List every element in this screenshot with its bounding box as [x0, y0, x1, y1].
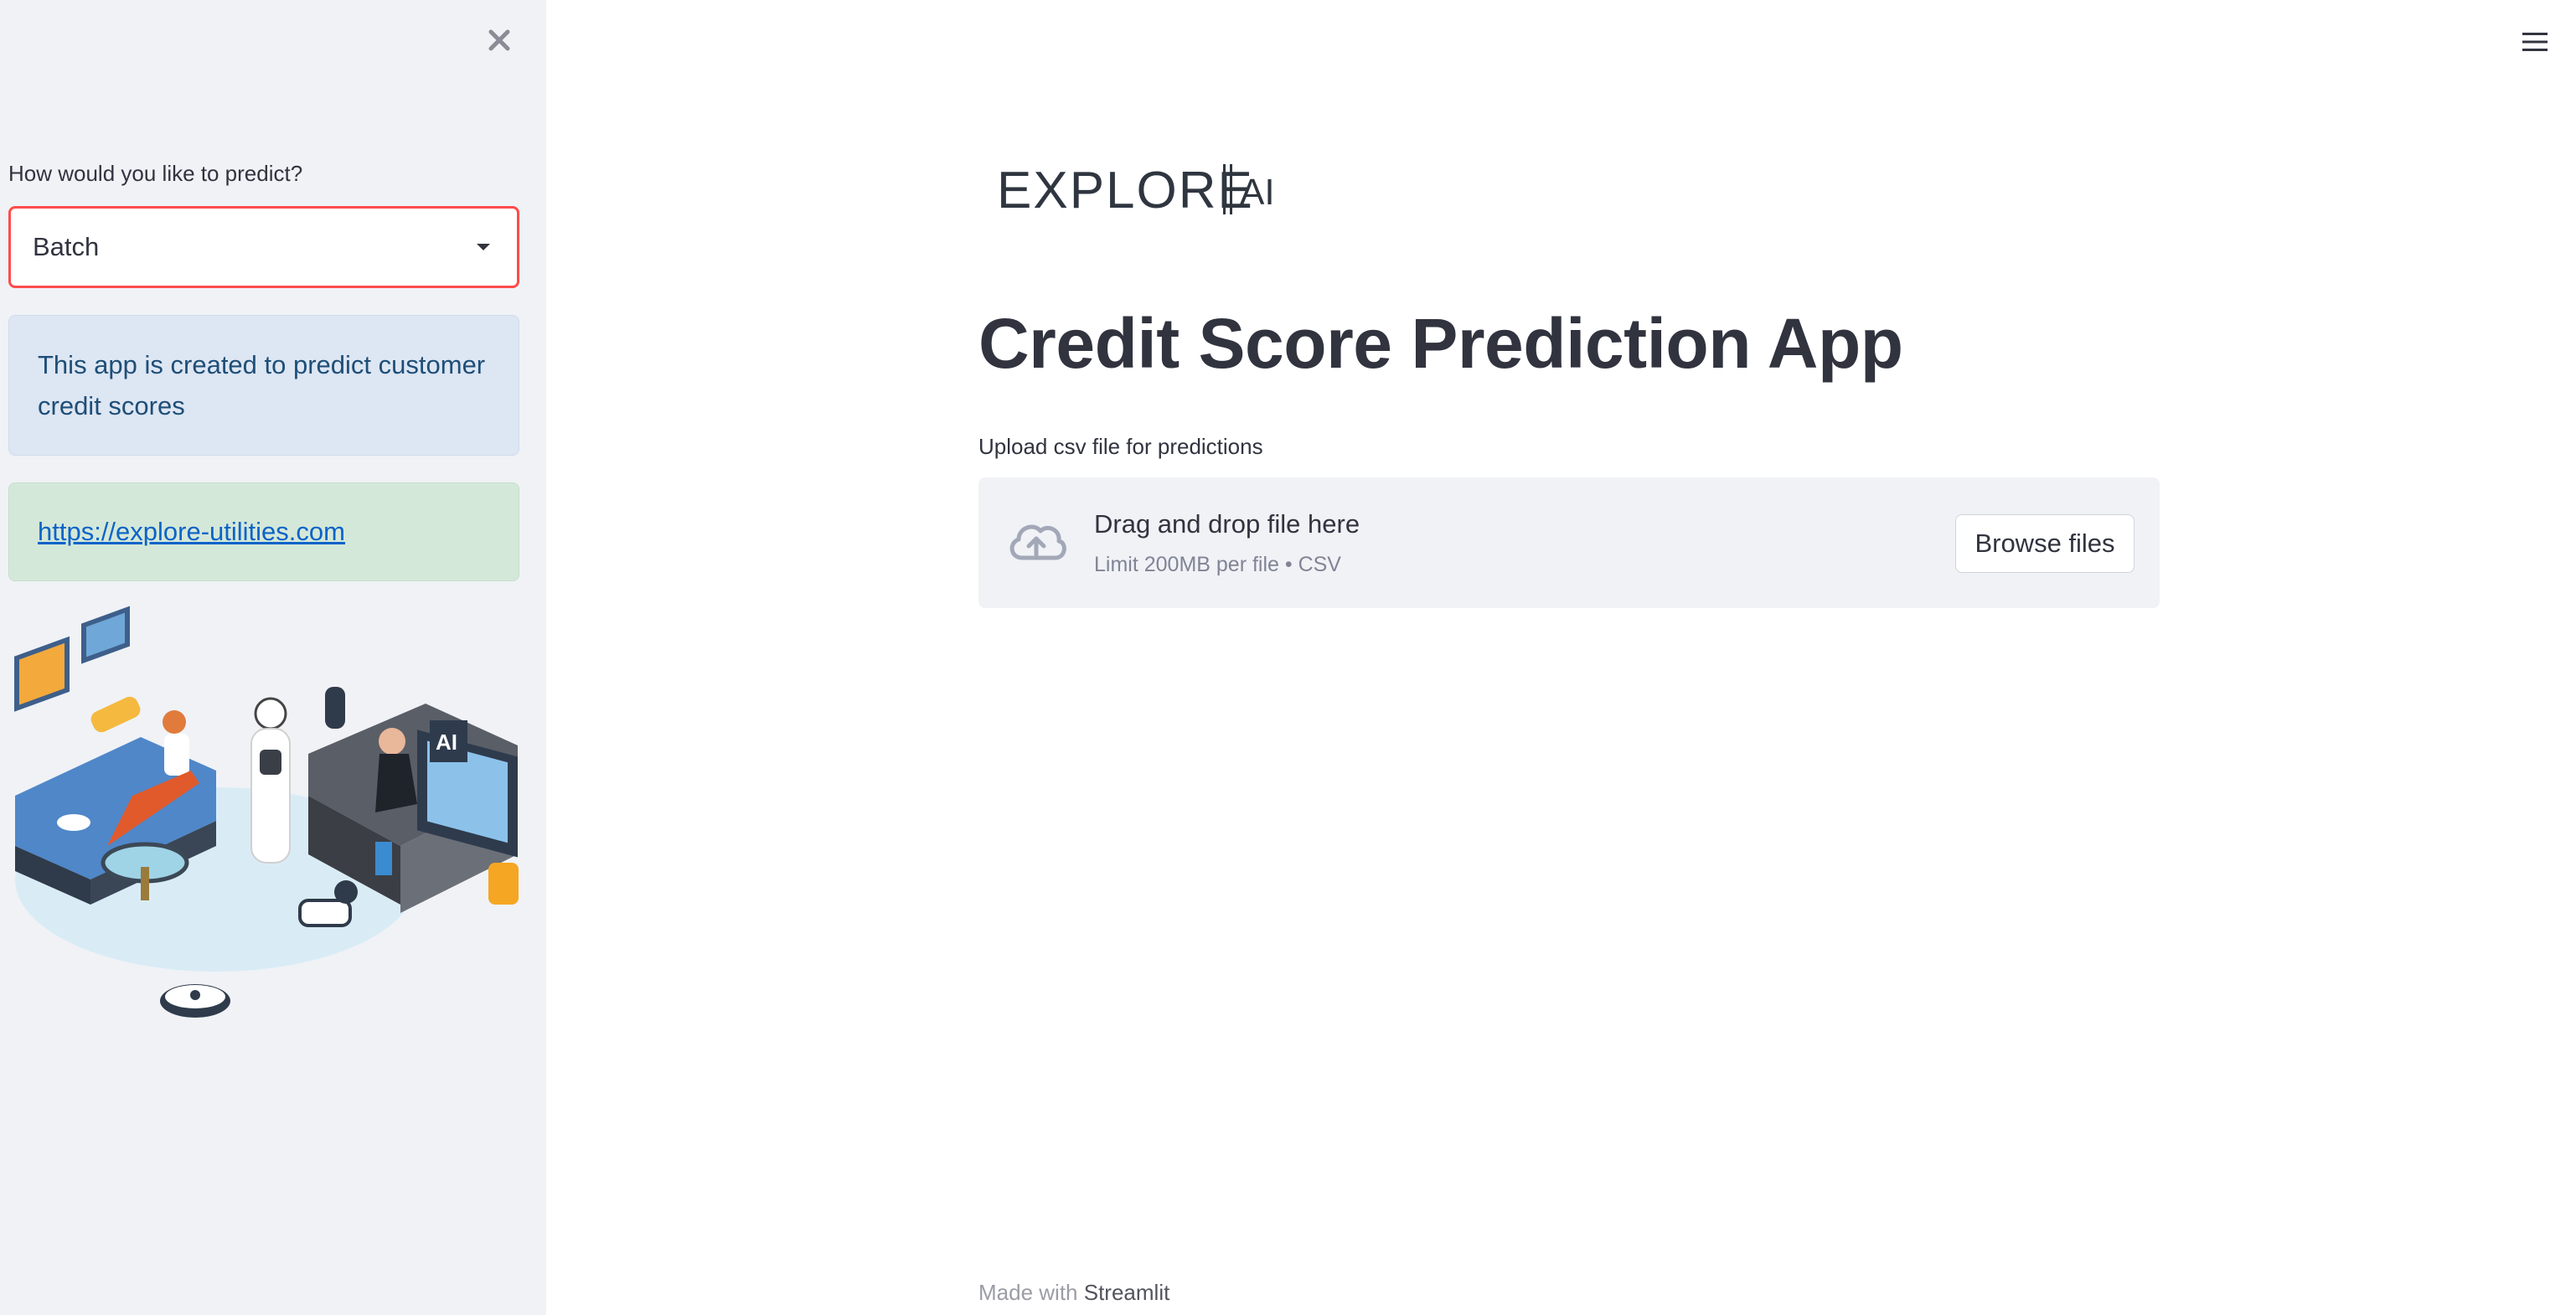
page-title: Credit Score Prediction App	[978, 304, 1903, 383]
svg-text:AI: AI	[436, 730, 457, 755]
info-alert: This app is created to predict customer …	[8, 315, 519, 456]
svg-text:EXPLORE: EXPLORE	[997, 162, 1254, 219]
close-icon	[488, 29, 510, 51]
predict-mode-value: Batch	[33, 232, 100, 261]
predict-mode-select[interactable]: Batch	[8, 206, 519, 288]
svg-text:AI: AI	[1240, 172, 1275, 213]
dropzone-limit-text: Limit 200MB per file • CSV	[1094, 553, 1341, 576]
smart-home-illustration: AI	[14, 606, 519, 1018]
sidebar: How would you like to predict? Batch Thi…	[0, 0, 546, 1315]
streamlit-link[interactable]: Streamlit	[1084, 1280, 1170, 1305]
upload-label: Upload csv file for predictions	[978, 434, 1263, 459]
browse-files-button[interactable]: Browse files	[1955, 514, 2135, 573]
footer-made-with: Made with	[978, 1280, 1078, 1305]
footer: Made with Streamlit	[978, 1280, 1169, 1306]
menu-icon	[2522, 33, 2548, 51]
chevron-down-icon	[477, 244, 490, 250]
file-dropzone[interactable]: Drag and drop file here Limit 200MB per …	[978, 477, 2160, 608]
dropzone-title: Drag and drop file here	[1094, 509, 1360, 539]
success-alert: https://explore-utilities.com	[8, 482, 519, 581]
main-menu-button[interactable]	[2517, 23, 2553, 60]
explore-utilities-link[interactable]: https://explore-utilities.com	[38, 517, 345, 547]
cloud-upload-icon	[1009, 524, 1066, 560]
explore-ai-logo: EXPLORE AI	[997, 162, 1275, 219]
predict-mode-label: How would you like to predict?	[8, 161, 303, 186]
close-sidebar-button[interactable]	[479, 20, 519, 60]
